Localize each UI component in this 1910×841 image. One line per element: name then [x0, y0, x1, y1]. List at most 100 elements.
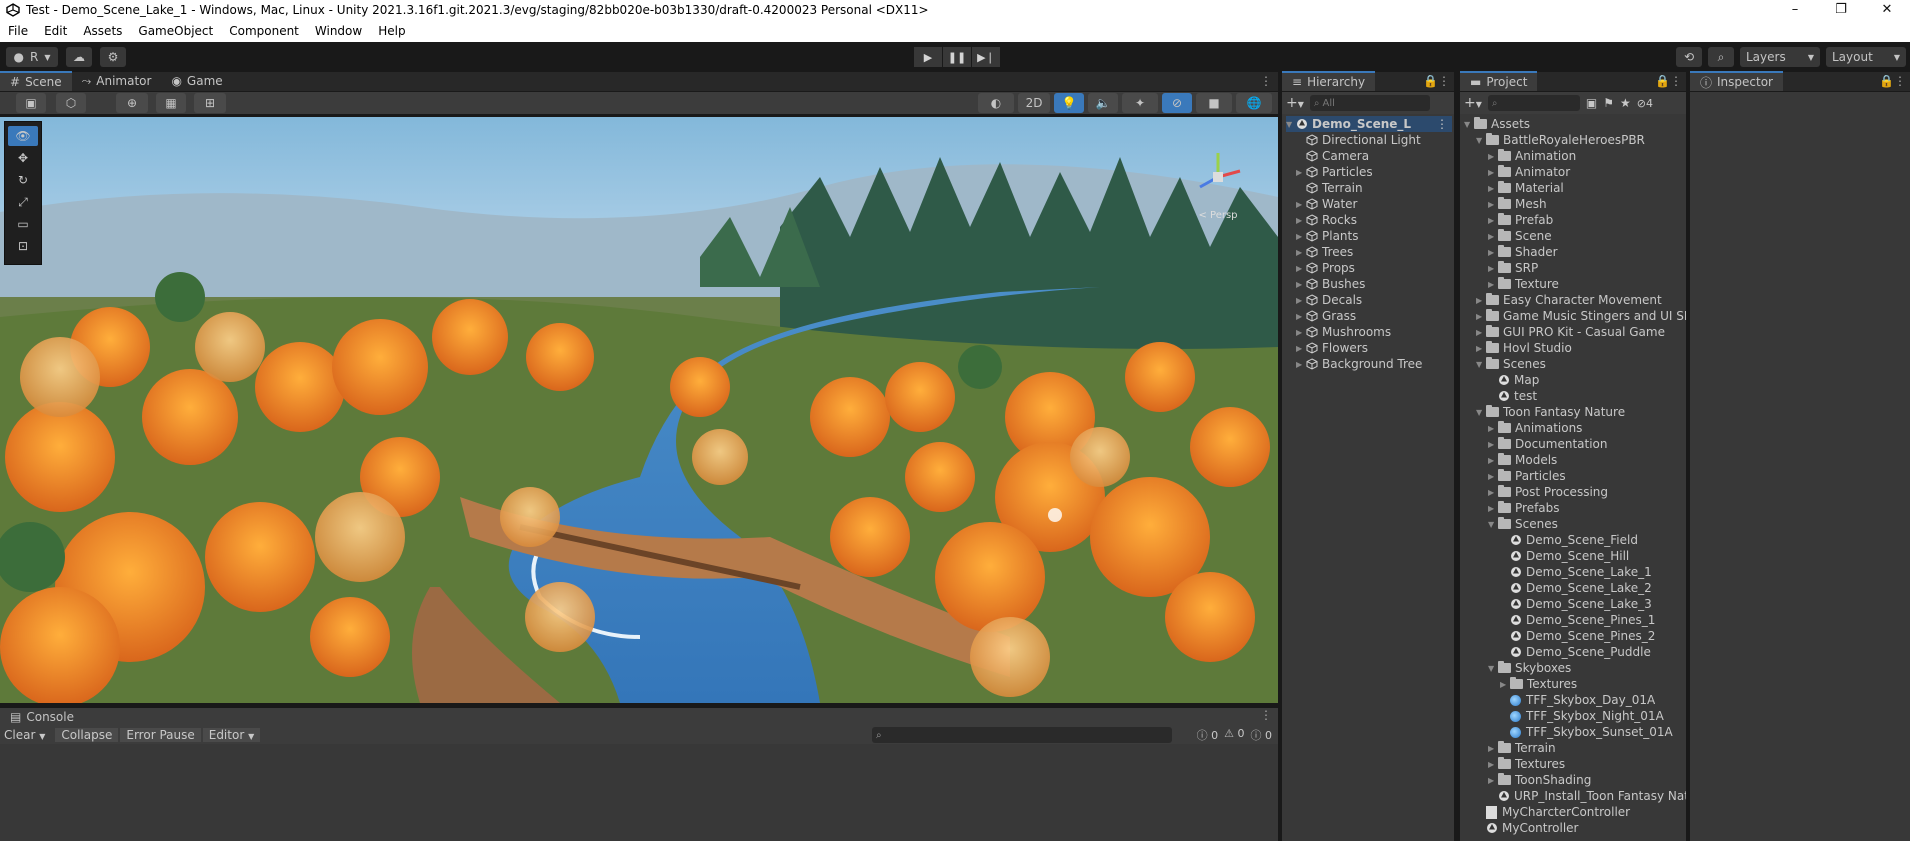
effects-dropdown[interactable]: ✦ — [1122, 93, 1158, 113]
chevron-right-icon[interactable]: ▶ — [1488, 232, 1498, 241]
chevron-right-icon[interactable]: ▶ — [1488, 264, 1498, 273]
project-item[interactable]: ▶ Animator — [1488, 164, 1570, 180]
project-item[interactable]: TFF_Skybox_Night_01A — [1500, 708, 1664, 724]
menu-window[interactable]: Window — [307, 24, 370, 38]
project-item[interactable]: ▶ Prefab — [1488, 212, 1553, 228]
project-item[interactable]: ▶ Animations — [1488, 420, 1582, 436]
chevron-right-icon[interactable]: ▶ — [1296, 264, 1306, 273]
lock-icon[interactable]: 🔒⋮ — [1655, 74, 1682, 88]
chevron-right-icon[interactable]: ▶ — [1296, 216, 1306, 225]
favorite-icon[interactable]: ★ — [1620, 96, 1631, 110]
pause-button[interactable]: ❚❚ — [943, 47, 971, 67]
tab-project[interactable]: ▬ Project — [1460, 71, 1538, 91]
step-button[interactable]: ▶❘ — [972, 47, 1000, 67]
2d-toggle[interactable]: 2D — [1018, 93, 1050, 113]
scene-view[interactable]: 👁 ✥ ↻ ⤢ ▭ ⊡ < Persp — [0, 117, 1278, 703]
hierarchy-root-scene[interactable]: ▼ Demo_Scene_L ⋮ — [1286, 116, 1452, 132]
lock-icon[interactable]: 🔒⋮ — [1423, 74, 1450, 88]
chevron-right-icon[interactable]: ▶ — [1488, 152, 1498, 161]
menu-gameobject[interactable]: GameObject — [130, 24, 221, 38]
error-pause-toggle[interactable]: Error Pause — [120, 728, 201, 742]
chevron-right-icon[interactable]: ▶ — [1296, 296, 1306, 305]
project-item[interactable]: test — [1488, 388, 1537, 404]
chevron-down-icon[interactable]: ▼ — [1476, 136, 1486, 145]
project-item[interactable]: ▶ Textures — [1488, 756, 1565, 772]
project-item[interactable]: Demo_Scene_Pines_2 — [1500, 628, 1655, 644]
collapse-toggle[interactable]: Collapse — [55, 728, 119, 742]
collab-button[interactable]: ⚙ — [100, 47, 126, 67]
menu-component[interactable]: Component — [221, 24, 307, 38]
hierarchy-item[interactable]: ▶ Background Tree — [1296, 356, 1422, 372]
project-item[interactable]: ▶ Scene — [1488, 228, 1552, 244]
hierarchy-item[interactable]: ▶ Decals — [1296, 292, 1362, 308]
lighting-toggle[interactable]: 💡 — [1054, 93, 1084, 113]
kebab-menu-icon[interactable]: ⋮ — [1436, 117, 1448, 131]
minimize-button[interactable]: – — [1772, 0, 1818, 20]
maximize-button[interactable]: ❐ — [1818, 0, 1864, 20]
pivot-dropdown[interactable]: ⊕ — [116, 93, 148, 113]
camera-dropdown[interactable]: ■ — [1196, 93, 1232, 113]
lock-icon[interactable]: 🔒⋮ — [1879, 74, 1906, 88]
chevron-right-icon[interactable]: ▶ — [1488, 440, 1498, 449]
draw-mode-dropdown[interactable]: ▣ — [16, 93, 46, 113]
chevron-right-icon[interactable]: ▶ — [1296, 328, 1306, 337]
hierarchy-item[interactable]: ▶ Plants — [1296, 228, 1359, 244]
search-by-label-icon[interactable]: ⚑ — [1603, 96, 1614, 110]
add-button[interactable]: +▼ — [1286, 95, 1304, 111]
project-item[interactable]: ▶ Mesh — [1488, 196, 1547, 212]
persp-label[interactable]: < Persp — [1188, 210, 1248, 221]
transform-tool-button[interactable]: ⊡ — [8, 236, 38, 256]
project-item[interactable]: TFF_Skybox_Sunset_01A — [1500, 724, 1673, 740]
hierarchy-item[interactable]: ▶ Props — [1296, 260, 1355, 276]
hierarchy-search-input[interactable]: ⌕ All — [1309, 95, 1430, 111]
render-mode-dropdown[interactable]: ◐ — [978, 93, 1014, 113]
hierarchy-item[interactable]: Terrain — [1296, 180, 1363, 196]
panel-divider[interactable] — [1686, 72, 1688, 841]
project-item[interactable]: ▶ Particles — [1488, 468, 1566, 484]
hidden-packages-toggle[interactable]: ⊘4 — [1637, 97, 1653, 110]
tab-animator[interactable]: ⤳ Animator — [72, 71, 162, 91]
chevron-right-icon[interactable]: ▶ — [1296, 280, 1306, 289]
chevron-right-icon[interactable]: ▶ — [1296, 200, 1306, 209]
view-tool-button[interactable]: 👁 — [8, 126, 38, 146]
editor-dropdown[interactable]: Editor ▼ — [202, 728, 261, 742]
project-item[interactable]: ▶ Documentation — [1488, 436, 1608, 452]
tab-inspector[interactable]: ⓘ Inspector — [1690, 71, 1783, 91]
hierarchy-item[interactable]: ▶ Grass — [1296, 308, 1356, 324]
chevron-right-icon[interactable]: ▶ — [1488, 168, 1498, 177]
hierarchy-item[interactable]: Directional Light — [1296, 132, 1421, 148]
project-item[interactable]: Demo_Scene_Hill — [1500, 548, 1629, 564]
chevron-right-icon[interactable]: ▶ — [1488, 744, 1498, 753]
move-tool-button[interactable]: ✥ — [8, 148, 38, 168]
console-search-input[interactable]: ⌕ — [872, 727, 1172, 743]
project-item[interactable]: ▶ ToonShading — [1488, 772, 1591, 788]
panel-divider[interactable] — [1456, 72, 1458, 841]
search-button[interactable]: ⌕ — [1708, 47, 1734, 67]
chevron-right-icon[interactable]: ▶ — [1296, 232, 1306, 241]
project-item[interactable]: ▶ Hovl Studio — [1476, 340, 1572, 356]
project-item[interactable]: Demo_Scene_Lake_1 — [1500, 564, 1652, 580]
project-item[interactable]: MyCharcterController — [1476, 804, 1630, 820]
visibility-toggle[interactable]: ⊘ — [1162, 93, 1192, 113]
hierarchy-item[interactable]: ▶ Bushes — [1296, 276, 1365, 292]
tab-scene[interactable]: # Scene — [0, 71, 72, 91]
project-item[interactable]: Demo_Scene_Field — [1500, 532, 1638, 548]
chevron-right-icon[interactable]: ▶ — [1488, 184, 1498, 193]
gizmos-dropdown[interactable]: 🌐 — [1236, 93, 1272, 113]
chevron-right-icon[interactable]: ▶ — [1500, 680, 1510, 689]
project-item[interactable]: Demo_Scene_Puddle — [1500, 644, 1651, 660]
log-count-toggle[interactable]: ⓘ 0 — [1197, 727, 1219, 743]
chevron-down-icon[interactable]: ▼ — [1488, 520, 1498, 529]
project-item[interactable]: URP_Install_Toon Fantasy Nat — [1488, 788, 1686, 804]
shading-dropdown[interactable]: ⬡ — [56, 93, 86, 113]
project-item[interactable]: MyController — [1476, 820, 1578, 836]
chevron-down-icon[interactable]: ▼ — [1476, 408, 1486, 417]
project-item[interactable]: Demo_Scene_Pines_1 — [1500, 612, 1655, 628]
chevron-right-icon[interactable]: ▶ — [1296, 168, 1306, 177]
menu-edit[interactable]: Edit — [36, 24, 75, 38]
warning-count-toggle[interactable]: ⚠ 0 — [1224, 727, 1244, 743]
chevron-right-icon[interactable]: ▶ — [1488, 760, 1498, 769]
project-item[interactable]: ▶ Post Processing — [1488, 484, 1608, 500]
layout-dropdown[interactable]: Layout ▼ — [1826, 47, 1906, 67]
hierarchy-item[interactable]: ▶ Mushrooms — [1296, 324, 1391, 340]
